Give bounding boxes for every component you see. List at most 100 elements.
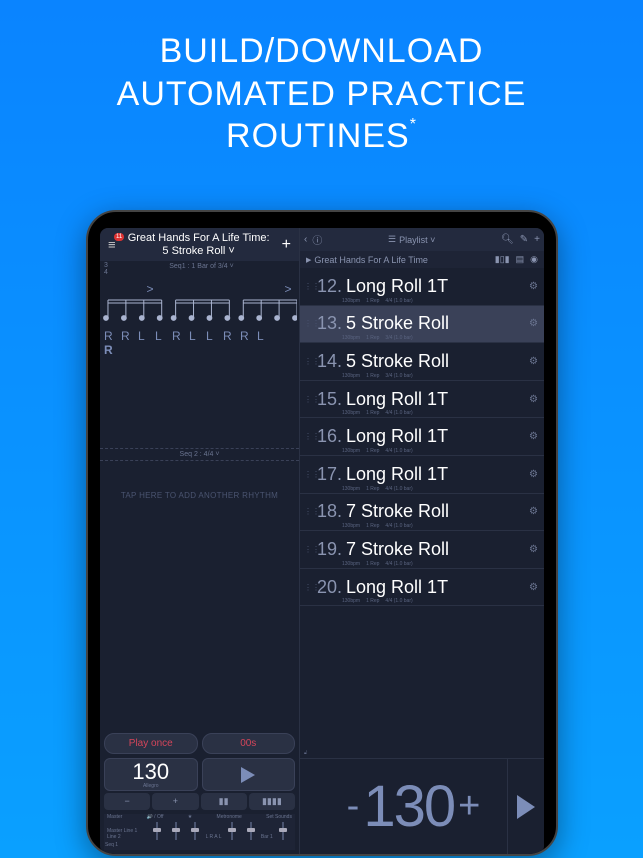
stats-icon[interactable]: ▮▯▮ bbox=[495, 254, 510, 265]
playlist-item-name: Long Roll 1T bbox=[342, 276, 527, 297]
tempo-marking: Allegro bbox=[105, 783, 197, 789]
mixer-channels-label: Master Line 1 Line 2 bbox=[107, 828, 147, 840]
playlist-list[interactable]: ⋮⋮12.Long Roll 1T⚙︎130bpm1 Rep4/4 (1.0 b… bbox=[300, 268, 544, 748]
bpm-lock-controls bbox=[300, 759, 320, 854]
stick: L bbox=[206, 329, 223, 343]
tempo-plus-button[interactable]: + bbox=[152, 793, 198, 810]
playlist-item-meta: 130bpm1 Rep4/4 (1.0 bar) bbox=[342, 298, 413, 304]
playlist-item[interactable]: ⋮⋮15.Long Roll 1T⚙︎130bpm1 Rep4/4 (1.0 b… bbox=[300, 381, 544, 419]
stick: L bbox=[257, 329, 274, 343]
set-sounds-button[interactable]: Set Sounds bbox=[266, 814, 292, 820]
gear-icon[interactable]: ⚙︎ bbox=[527, 469, 540, 480]
add-exercise-button[interactable]: + bbox=[278, 236, 295, 254]
gear-icon[interactable]: ⚙︎ bbox=[527, 318, 540, 329]
bpm-plus-button[interactable]: + bbox=[454, 785, 484, 828]
drag-handle-icon[interactable]: ⋮⋮ bbox=[304, 395, 312, 404]
playlist-item[interactable]: ⋮⋮14.5 Stroke Roll⚙︎130bpm1 Rep3/4 (1.0 … bbox=[300, 343, 544, 381]
mixer-slider[interactable] bbox=[148, 822, 166, 840]
notation-area[interactable]: > > bbox=[100, 278, 299, 358]
playlist-item[interactable]: ⋮⋮13.5 Stroke Roll⚙︎130bpm1 Rep3/4 (1.0 … bbox=[300, 306, 544, 344]
promo-line-2: AUTOMATED PRACTICE bbox=[117, 75, 527, 113]
exercise-title[interactable]: Great Hands For A Life Time: 5 Stroke Ro… bbox=[120, 232, 278, 257]
drag-handle-icon[interactable]: ⋮⋮ bbox=[304, 470, 312, 479]
gear-icon[interactable]: ⚙︎ bbox=[527, 394, 540, 405]
back-icon[interactable]: ‹ bbox=[304, 234, 307, 245]
drag-handle-icon[interactable]: ⋮⋮ bbox=[304, 357, 312, 366]
playlist-item-number: 20. bbox=[314, 577, 342, 598]
stick: L bbox=[138, 329, 155, 343]
bpm-display-box: - 130 + bbox=[320, 759, 508, 854]
gear-icon[interactable]: ⚙︎ bbox=[527, 582, 540, 593]
drag-handle-icon[interactable]: ⋮⋮ bbox=[304, 319, 312, 328]
disclosure-triangle-icon[interactable]: ▶ bbox=[306, 256, 311, 264]
edit-icon[interactable]: ✎ bbox=[520, 234, 528, 245]
bpm-value[interactable]: 130 bbox=[363, 773, 454, 840]
stick: L bbox=[155, 329, 172, 343]
accent-mark: > bbox=[284, 282, 292, 296]
playlist-item-meta: 130bpm1 Rep4/4 (1.0 bar) bbox=[342, 448, 413, 454]
beat-indicator-button[interactable]: ▮▮▮▮ bbox=[249, 793, 295, 810]
playlist-item[interactable]: ⋮⋮19.7 Stroke Roll⚙︎130bpm1 Rep4/4 (1.0 … bbox=[300, 531, 544, 569]
timer-button[interactable]: 00s bbox=[202, 733, 296, 754]
gear-icon[interactable]: ⚙︎ bbox=[527, 506, 540, 517]
stick: R bbox=[121, 329, 138, 343]
mixer-slider[interactable] bbox=[167, 822, 185, 840]
promo-line-3: ROUTINES bbox=[226, 117, 410, 155]
tempo-display[interactable]: 130 Allegro bbox=[104, 758, 198, 791]
drag-handle-icon[interactable]: ⋮⋮ bbox=[304, 507, 312, 516]
mixer-slider[interactable] bbox=[186, 822, 204, 840]
gear-icon[interactable]: ⚙︎ bbox=[527, 281, 540, 292]
mixer-slider[interactable] bbox=[242, 822, 260, 840]
drag-handle-icon[interactable]: ⋮⋮ bbox=[304, 583, 312, 592]
drag-handle-icon[interactable]: ⋮⋮ bbox=[304, 432, 312, 441]
mixer-slider[interactable] bbox=[223, 822, 241, 840]
playlist-item[interactable]: ⋮⋮16.Long Roll 1T⚙︎130bpm1 Rep4/4 (1.0 b… bbox=[300, 418, 544, 456]
tempo-minus-button[interactable]: − bbox=[104, 793, 150, 810]
notes-icon[interactable]: ▤ bbox=[516, 254, 525, 265]
playlist-item[interactable]: ⋮⋮20.Long Roll 1T⚙︎130bpm1 Rep4/4 (1.0 b… bbox=[300, 569, 544, 607]
lower-lock-icon[interactable] bbox=[300, 807, 320, 855]
controls-panel: Play once 00s 130 Allegro − + ▮▮ ▮▮▮▮ bbox=[100, 729, 299, 854]
accent-mark: > bbox=[146, 282, 154, 296]
gear-icon[interactable]: ⚙︎ bbox=[527, 356, 540, 367]
bpm-minus-button[interactable]: - bbox=[343, 785, 364, 828]
play-button[interactable] bbox=[202, 758, 296, 791]
tap-tempo-button[interactable]: ▮▮ bbox=[201, 793, 247, 810]
mixer-slider[interactable] bbox=[274, 822, 292, 840]
tempo-value: 130 bbox=[105, 761, 197, 783]
promo-title: BUILD/DOWNLOAD AUTOMATED PRACTICE ROUTIN… bbox=[0, 0, 643, 168]
right-topbar: ‹ ⓘ ☰ Playlist ˅ 🔍︎ ✎ + bbox=[300, 228, 544, 251]
seq-info-bar: 34 Seq1 : 1 Bar of 3/4 ˅ bbox=[100, 261, 299, 278]
mixer-letters: L R A L bbox=[206, 834, 222, 840]
bpm-play-button[interactable] bbox=[517, 795, 535, 819]
gear-icon[interactable]: ⚙︎ bbox=[527, 431, 540, 442]
add-rhythm-hint[interactable]: TAP HERE TO ADD ANOTHER RHYTHM bbox=[100, 461, 299, 530]
upper-lock-icon[interactable] bbox=[300, 759, 320, 807]
seq2-label[interactable]: Seq 2 : 4/4 ˅ bbox=[100, 448, 299, 461]
add-playlist-button[interactable]: + bbox=[534, 234, 540, 245]
playlist-title[interactable]: Great Hands For A Life Time bbox=[314, 255, 428, 265]
drag-handle-icon[interactable]: ⋮⋮ bbox=[304, 545, 312, 554]
menu-icon[interactable]: ≡11 bbox=[104, 237, 120, 252]
playlist-item[interactable]: ⋮⋮17.Long Roll 1T⚙︎130bpm1 Rep4/4 (1.0 b… bbox=[300, 456, 544, 494]
seq1-label[interactable]: Seq1 : 1 Bar of 3/4 ˅ bbox=[169, 263, 233, 276]
playlist-item-meta: 130bpm1 Rep4/4 (1.0 bar) bbox=[342, 523, 413, 529]
playlist-item-number: 19. bbox=[314, 539, 342, 560]
mixer-fx-toggle[interactable]: 🔊 / Off bbox=[147, 814, 164, 820]
stick: R bbox=[104, 329, 121, 343]
playlist-item-number: 18. bbox=[314, 501, 342, 522]
playlist-item-name: Long Roll 1T bbox=[342, 464, 527, 485]
playlist-item[interactable]: ⋮⋮12.Long Roll 1T⚙︎130bpm1 Rep4/4 (1.0 b… bbox=[300, 268, 544, 306]
playlist-item-name: 5 Stroke Roll bbox=[342, 351, 527, 372]
playlist-view-button[interactable]: ☰ Playlist ˅ bbox=[388, 234, 435, 245]
playlist-item[interactable]: ⋮⋮18.7 Stroke Roll⚙︎130bpm1 Rep4/4 (1.0 … bbox=[300, 494, 544, 532]
stick: R bbox=[223, 329, 240, 343]
gear-icon[interactable]: ⚙︎ bbox=[527, 544, 540, 555]
visibility-icon[interactable]: ◉ bbox=[530, 254, 538, 265]
search-icon[interactable]: 🔍︎ bbox=[501, 234, 514, 245]
drag-handle-icon[interactable]: ⋮⋮ bbox=[304, 282, 312, 291]
info-icon[interactable]: ⓘ bbox=[312, 232, 322, 247]
playlist-item-meta: 130bpm1 Rep4/4 (1.0 bar) bbox=[342, 598, 413, 604]
star-icon: ★ bbox=[188, 814, 192, 820]
play-mode-button[interactable]: Play once bbox=[104, 733, 198, 754]
